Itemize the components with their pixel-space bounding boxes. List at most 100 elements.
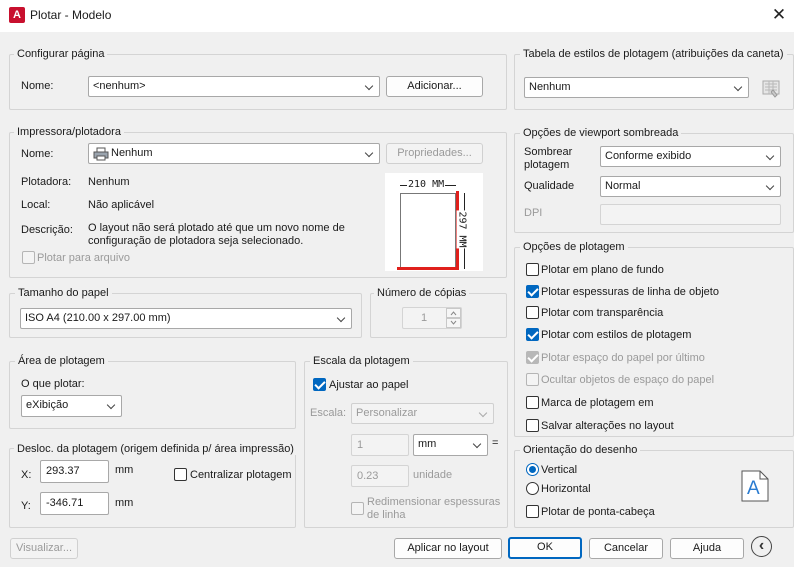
chevron-down-icon [365,144,375,163]
equals-sign: = [492,437,499,449]
printer-name-value: Nenhum [111,147,153,159]
style-table-dropdown[interactable]: Nenhum [524,77,749,98]
landscape-label: Horizontal [541,483,591,495]
printer-name-dropdown[interactable]: Nenhum [88,143,380,164]
printer-legend: Impressora/plotadora [14,126,124,138]
printer-icon [93,147,109,161]
chevron-down-icon [473,435,483,454]
plot-option-checkbox[interactable] [526,396,539,409]
fit-to-paper-label: Ajustar ao papel [329,379,409,391]
offset-y-input[interactable]: -346.71 [40,492,109,515]
shade-plot-dropdown[interactable]: Conforme exibido [600,146,781,167]
plotter-value: Nenhum [88,176,130,188]
plot-option-checkbox[interactable] [526,306,539,319]
shade-plot-label-line-2: plotagem [524,159,570,171]
style-table-editor-icon [762,80,780,98]
scale-label: Escala: [310,407,347,419]
orientation-letter: A [747,478,760,499]
quality-dropdown[interactable]: Normal [600,176,781,197]
dpi-input[interactable] [600,204,781,225]
plot-to-file-label: Plotar para arquivo [37,252,130,264]
quality-label: Qualidade [524,180,575,192]
quality-value: Normal [605,180,641,192]
chevron-down-icon [450,320,457,325]
scale-lineweights-checkbox[interactable] [351,502,364,515]
plot-option-label: Ocultar objetos de espaço do papel [541,374,715,386]
plot-option-checkbox[interactable] [526,285,539,298]
preview-button[interactable]: Visualizar... [10,538,78,559]
plot-option-label: Plotar com estilos de plotagem [541,329,692,341]
shade-plot-label-line-1: Sombrear [524,146,573,158]
plot-area-legend: Área de plotagem [15,355,108,367]
plot-option-checkbox[interactable] [526,263,539,276]
fit-to-paper-checkbox[interactable] [313,378,326,391]
width-dimension-label: 210 MM [407,179,446,190]
plot-option-label: Plotar espessuras de linha de objeto [541,286,719,298]
paper-sheet [400,193,456,269]
portrait-radio[interactable] [526,463,539,476]
plot-scale-legend: Escala da plotagem [310,355,413,367]
description-line-2: configuração de plotadora seja seleciona… [88,235,304,247]
ok-button[interactable]: OK [508,537,582,559]
paper-size-value: ISO A4 (210.00 x 297.00 mm) [25,312,171,324]
collapse-options-button[interactable]: ‹ [751,536,772,557]
style-table-legend: Tabela de estilos de plotagem (atribuiçõ… [520,48,787,60]
paper-preview: 210 MM 297 MM [385,173,483,271]
scale-value2-input[interactable]: 0.23 [351,465,409,487]
upside-down-label: Plotar de ponta-cabeça [541,506,655,518]
scale-dropdown[interactable]: Personalizar [351,403,494,424]
plot-option-checkbox[interactable] [526,373,539,386]
chevron-up-icon [450,311,457,316]
chevron-down-icon [337,309,347,328]
upside-down-checkbox[interactable] [526,505,539,518]
plot-options-legend: Opções de plotagem [520,241,628,253]
page-setup-name-dropdown[interactable]: <nenhum> [88,76,380,97]
scale-value1-input[interactable]: 1 [351,434,409,456]
scale-unit-dropdown[interactable]: mm [413,434,488,456]
plot-option-checkbox[interactable] [526,351,539,364]
portrait-label: Vertical [541,464,578,476]
description-line-1: O layout não será plotado até que um nov… [88,222,345,234]
location-value: Não aplicável [88,199,155,211]
center-plot-label: Centralizar plotagem [190,469,292,481]
offset-x-unit: mm [115,464,134,476]
what-to-plot-label: O que plotar: [21,378,85,390]
center-plot-checkbox[interactable] [174,468,187,481]
chevron-down-icon [734,78,744,97]
chevron-down-icon [766,147,776,166]
orientation-legend: Orientação do desenho [520,444,641,456]
paper-size-dropdown[interactable]: ISO A4 (210.00 x 297.00 mm) [20,308,352,329]
apply-to-layout-button[interactable]: Aplicar no layout [394,538,502,559]
chevron-down-icon [365,77,375,96]
autocad-app-icon: A [9,7,25,23]
landscape-radio[interactable] [526,482,539,495]
scale-lineweights-line-1: Redimensionar espessuras [367,496,501,508]
plot-option-checkbox[interactable] [526,419,539,432]
plot-to-file-checkbox[interactable] [22,251,35,264]
page-setup-name-value: <nenhum> [93,80,146,92]
cancel-button[interactable]: Cancelar [589,538,663,559]
scale-unit-value: mm [418,438,437,450]
edit-style-table-button[interactable] [760,78,782,100]
copies-spinner-down[interactable] [446,318,461,328]
printer-properties-button[interactable]: Propriedades... [386,143,483,164]
window-title: Plotar - Modelo [30,8,112,22]
chevron-down-icon [107,396,117,415]
page-setup-legend: Configurar página [14,48,108,60]
dpi-label: DPI [524,207,543,219]
offset-x-input[interactable]: 293.37 [40,460,109,483]
plotter-label: Plotadora: [21,176,72,188]
what-to-plot-dropdown[interactable]: eXibição [21,395,122,417]
plot-option-checkbox[interactable] [526,328,539,341]
close-icon[interactable]: ✕ [770,5,788,25]
shaded-viewport-legend: Opções de viewport sombreada [520,127,682,139]
paper-size-legend: Tamanho do papel [15,287,112,299]
offset-y-unit: mm [115,497,134,509]
add-page-setup-button[interactable]: Adicionar... [386,76,483,97]
plot-option-label: Salvar alterações no layout [541,420,674,432]
scale-unit2-label: unidade [413,469,453,481]
help-button[interactable]: Ajuda [670,538,744,559]
shade-plot-value: Conforme exibido [605,150,692,162]
plot-option-label: Plotar espaço do papel por último [541,352,705,364]
copies-spinner-up[interactable] [446,308,461,318]
